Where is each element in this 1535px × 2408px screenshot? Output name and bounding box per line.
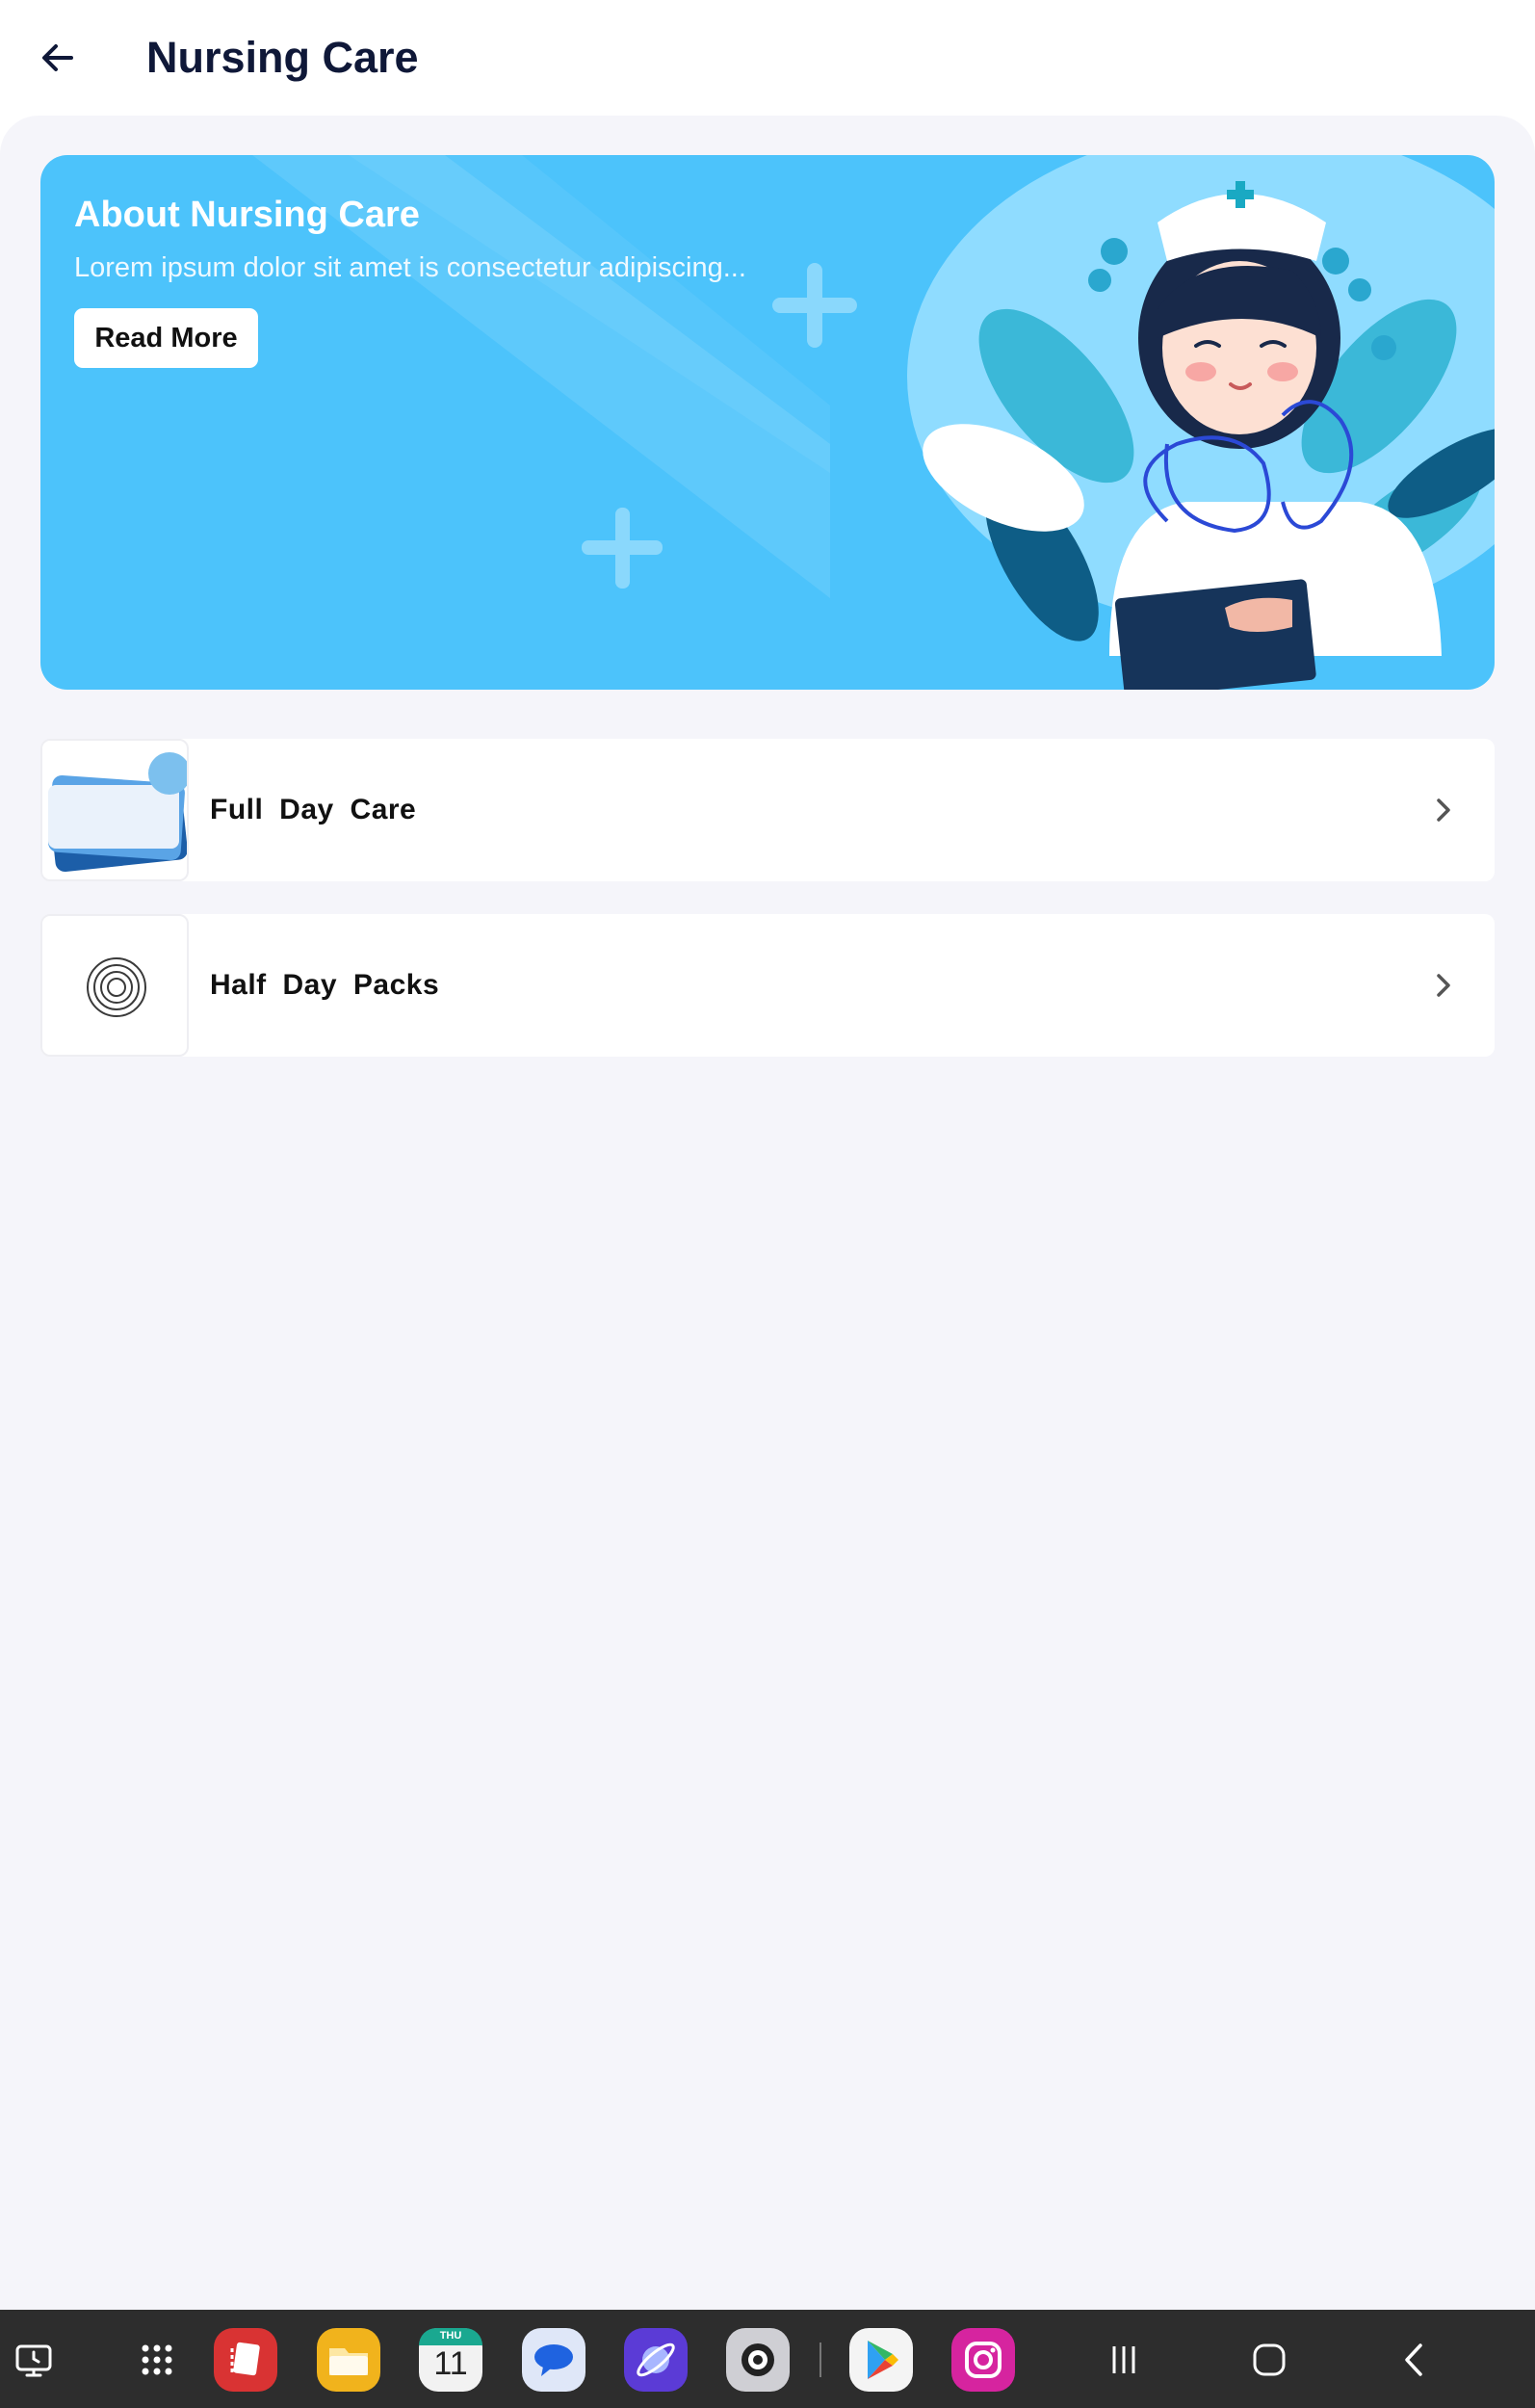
list-item-half-day-packs[interactable]: Half Day Packs xyxy=(40,914,1495,1057)
item-label: Full Day Care xyxy=(210,794,417,825)
banner-title: About Nursing Care xyxy=(74,195,420,235)
recents-icon[interactable] xyxy=(1092,2328,1156,2392)
app-drawer-icon[interactable] xyxy=(125,2328,189,2392)
back-button[interactable] xyxy=(31,27,85,89)
content-area: About Nursing Care Lorem ipsum dolor sit… xyxy=(0,116,1535,2310)
files-app-icon[interactable] xyxy=(317,2328,380,2392)
read-more-button[interactable]: Read More xyxy=(74,308,258,368)
system-taskbar: THU 11 xyxy=(0,2310,1535,2408)
document-cards-icon xyxy=(40,739,189,881)
item-label: Half Day Packs xyxy=(210,969,440,1001)
messages-app-icon[interactable] xyxy=(522,2328,585,2392)
banner-description: Lorem ipsum dolor sit amet is consectetu… xyxy=(74,252,746,283)
chevron-right-icon xyxy=(1419,787,1466,833)
arrow-left-icon xyxy=(42,44,73,71)
app-header: Nursing Care xyxy=(0,0,1535,116)
chevron-right-icon xyxy=(1419,962,1466,1008)
home-icon[interactable] xyxy=(1237,2328,1301,2392)
notes-app-icon[interactable] xyxy=(214,2328,277,2392)
calendar-day-label: THU xyxy=(439,2330,462,2342)
page-title: Nursing Care xyxy=(146,33,419,82)
back-nav-icon[interactable] xyxy=(1383,2328,1446,2392)
camera-app-icon[interactable] xyxy=(726,2328,790,2392)
calendar-app-icon[interactable]: THU 11 xyxy=(419,2328,482,2392)
play-store-icon[interactable] xyxy=(849,2328,913,2392)
concentric-circles-icon xyxy=(40,914,189,1057)
browser-app-icon[interactable] xyxy=(624,2328,688,2392)
instagram-icon[interactable] xyxy=(951,2328,1015,2392)
about-banner[interactable]: About Nursing Care Lorem ipsum dolor sit… xyxy=(40,155,1495,690)
calendar-date-label: 11 xyxy=(433,2345,468,2382)
screen-icon[interactable] xyxy=(2,2328,65,2392)
list-item-full-day-care[interactable]: Full Day Care xyxy=(40,739,1495,881)
taskbar-divider xyxy=(820,2343,821,2377)
